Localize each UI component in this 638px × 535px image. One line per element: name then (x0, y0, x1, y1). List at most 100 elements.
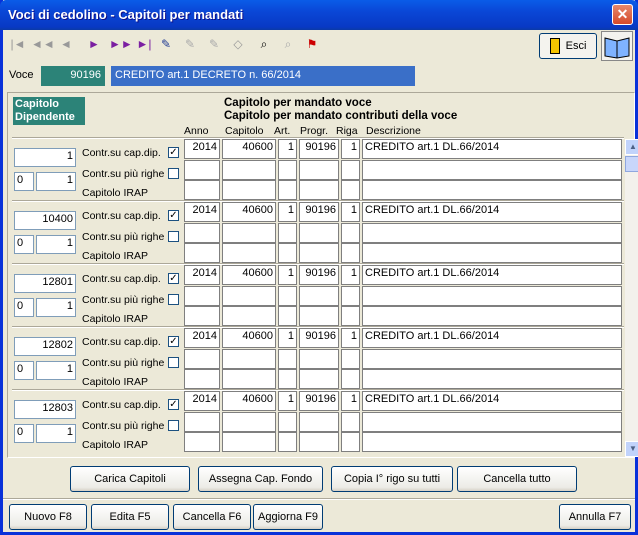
irap-capitolo-cell[interactable] (222, 369, 276, 389)
riga-cell[interactable]: 1 (341, 328, 360, 348)
vertical-scrollbar[interactable]: ▲ ▼ (625, 139, 638, 457)
irap-anno-cell[interactable] (184, 369, 220, 389)
search-icon[interactable]: ⌕ (253, 33, 275, 55)
assegna-cap-fondo-button[interactable]: Assegna Cap. Fondo (198, 466, 323, 492)
descrizione-cell[interactable]: CREDITO art.1 DL.66/2014 (362, 391, 622, 411)
anno-cell[interactable]: 2014 (184, 202, 220, 222)
anno-cell[interactable]: 2014 (184, 265, 220, 285)
progr-cell-empty[interactable] (299, 286, 339, 306)
irap-anno-cell[interactable] (184, 180, 220, 200)
anno-cell[interactable]: 2014 (184, 139, 220, 159)
next-page-icon[interactable]: ►► (109, 33, 133, 55)
capitolo-cell[interactable]: 40600 (222, 265, 276, 285)
capitoli-list[interactable]: 1 0 1 Contr.su cap.dip. ✓ Contr.su più r… (12, 137, 624, 457)
next-record-icon[interactable]: ► (83, 33, 105, 55)
descrizione-cell-empty[interactable] (362, 349, 622, 369)
art-cell[interactable]: 1 (278, 265, 297, 285)
riga-cell[interactable]: 1 (341, 391, 360, 411)
irap-art-cell[interactable] (278, 432, 297, 452)
eraser-icon[interactable]: ◇ (227, 33, 249, 55)
anno-cell-empty[interactable] (184, 412, 220, 432)
irap-riga-cell[interactable] (341, 180, 360, 200)
capitolo-left-field[interactable]: 0 (14, 298, 34, 317)
anno-cell-empty[interactable] (184, 160, 220, 180)
irap-progr-cell[interactable] (299, 180, 339, 200)
irap-progr-cell[interactable] (299, 306, 339, 326)
capitolo-right-field[interactable]: 1 (36, 235, 76, 254)
descrizione-cell[interactable]: CREDITO art.1 DL.66/2014 (362, 202, 622, 222)
capitolo-cell-empty[interactable] (222, 349, 276, 369)
capitolo-right-field[interactable]: 1 (36, 424, 76, 443)
art-cell[interactable]: 1 (278, 328, 297, 348)
contr-cap-dip-checkbox[interactable]: ✓ (168, 210, 179, 221)
irap-descrizione-cell[interactable] (362, 180, 622, 200)
descrizione-cell[interactable]: CREDITO art.1 DL.66/2014 (362, 139, 622, 159)
progr-cell[interactable]: 90196 (299, 328, 339, 348)
capitolo-cell[interactable]: 40600 (222, 139, 276, 159)
progr-cell[interactable]: 90196 (299, 391, 339, 411)
capitolo-dipendente-field[interactable]: 1 (14, 148, 76, 167)
irap-riga-cell[interactable] (341, 306, 360, 326)
progr-cell[interactable]: 90196 (299, 265, 339, 285)
scroll-thumb[interactable] (625, 156, 638, 172)
irap-descrizione-cell[interactable] (362, 243, 622, 263)
contr-cap-dip-checkbox[interactable]: ✓ (168, 273, 179, 284)
prev-page-icon[interactable]: ◄◄ (31, 33, 55, 55)
riga-cell[interactable]: 1 (341, 139, 360, 159)
descrizione-cell-empty[interactable] (362, 160, 622, 180)
capitolo-right-field[interactable]: 1 (36, 172, 76, 191)
irap-anno-cell[interactable] (184, 432, 220, 452)
capitolo-cell-empty[interactable] (222, 223, 276, 243)
art-cell-empty[interactable] (278, 412, 297, 432)
contr-piu-righe-checkbox[interactable] (168, 294, 179, 305)
art-cell-empty[interactable] (278, 160, 297, 180)
irap-capitolo-cell[interactable] (222, 243, 276, 263)
capitolo-dipendente-field[interactable]: 10400 (14, 211, 76, 230)
edit-record-icon[interactable]: ✎ (155, 33, 177, 55)
irap-art-cell[interactable] (278, 180, 297, 200)
irap-art-cell[interactable] (278, 243, 297, 263)
art-cell[interactable]: 1 (278, 391, 297, 411)
riga-cell-empty[interactable] (341, 349, 360, 369)
filter-icon[interactable]: ⚑ (301, 33, 323, 55)
capitolo-dipendente-field[interactable]: 12801 (14, 274, 76, 293)
irap-descrizione-cell[interactable] (362, 306, 622, 326)
irap-descrizione-cell[interactable] (362, 369, 622, 389)
edita-button[interactable]: Edita F5 (91, 504, 169, 530)
anno-cell[interactable]: 2014 (184, 391, 220, 411)
progr-cell-empty[interactable] (299, 223, 339, 243)
irap-capitolo-cell[interactable] (222, 180, 276, 200)
descrizione-cell-empty[interactable] (362, 286, 622, 306)
descrizione-cell-empty[interactable] (362, 223, 622, 243)
irap-progr-cell[interactable] (299, 432, 339, 452)
irap-capitolo-cell[interactable] (222, 306, 276, 326)
capitolo-cell-empty[interactable] (222, 160, 276, 180)
carica-capitoli-button[interactable]: Carica Capitoli (70, 466, 190, 492)
progr-cell-empty[interactable] (299, 349, 339, 369)
capitolo-cell-empty[interactable] (222, 412, 276, 432)
irap-riga-cell[interactable] (341, 432, 360, 452)
irap-progr-cell[interactable] (299, 243, 339, 263)
irap-progr-cell[interactable] (299, 369, 339, 389)
art-cell-empty[interactable] (278, 349, 297, 369)
scroll-up-icon[interactable]: ▲ (625, 139, 638, 155)
art-cell-empty[interactable] (278, 286, 297, 306)
scroll-down-icon[interactable]: ▼ (625, 441, 638, 457)
riga-cell-empty[interactable] (341, 160, 360, 180)
art-cell-empty[interactable] (278, 223, 297, 243)
progr-cell[interactable]: 90196 (299, 202, 339, 222)
cancella-tutto-button[interactable]: Cancella tutto (457, 466, 577, 492)
help-book-button[interactable] (601, 31, 633, 61)
capitolo-right-field[interactable]: 1 (36, 298, 76, 317)
descrizione-cell[interactable]: CREDITO art.1 DL.66/2014 (362, 265, 622, 285)
close-button[interactable]: ✕ (612, 4, 633, 25)
contr-cap-dip-checkbox[interactable]: ✓ (168, 147, 179, 158)
irap-capitolo-cell[interactable] (222, 432, 276, 452)
capitolo-left-field[interactable]: 0 (14, 172, 34, 191)
aggiorna-button[interactable]: Aggiorna F9 (253, 504, 323, 530)
cancella-button[interactable]: Cancella F6 (173, 504, 251, 530)
nuovo-button[interactable]: Nuovo F8 (9, 504, 87, 530)
contr-piu-righe-checkbox[interactable] (168, 420, 179, 431)
annulla-button[interactable]: Annulla F7 (559, 504, 631, 530)
last-record-icon[interactable]: ►| (133, 33, 155, 55)
